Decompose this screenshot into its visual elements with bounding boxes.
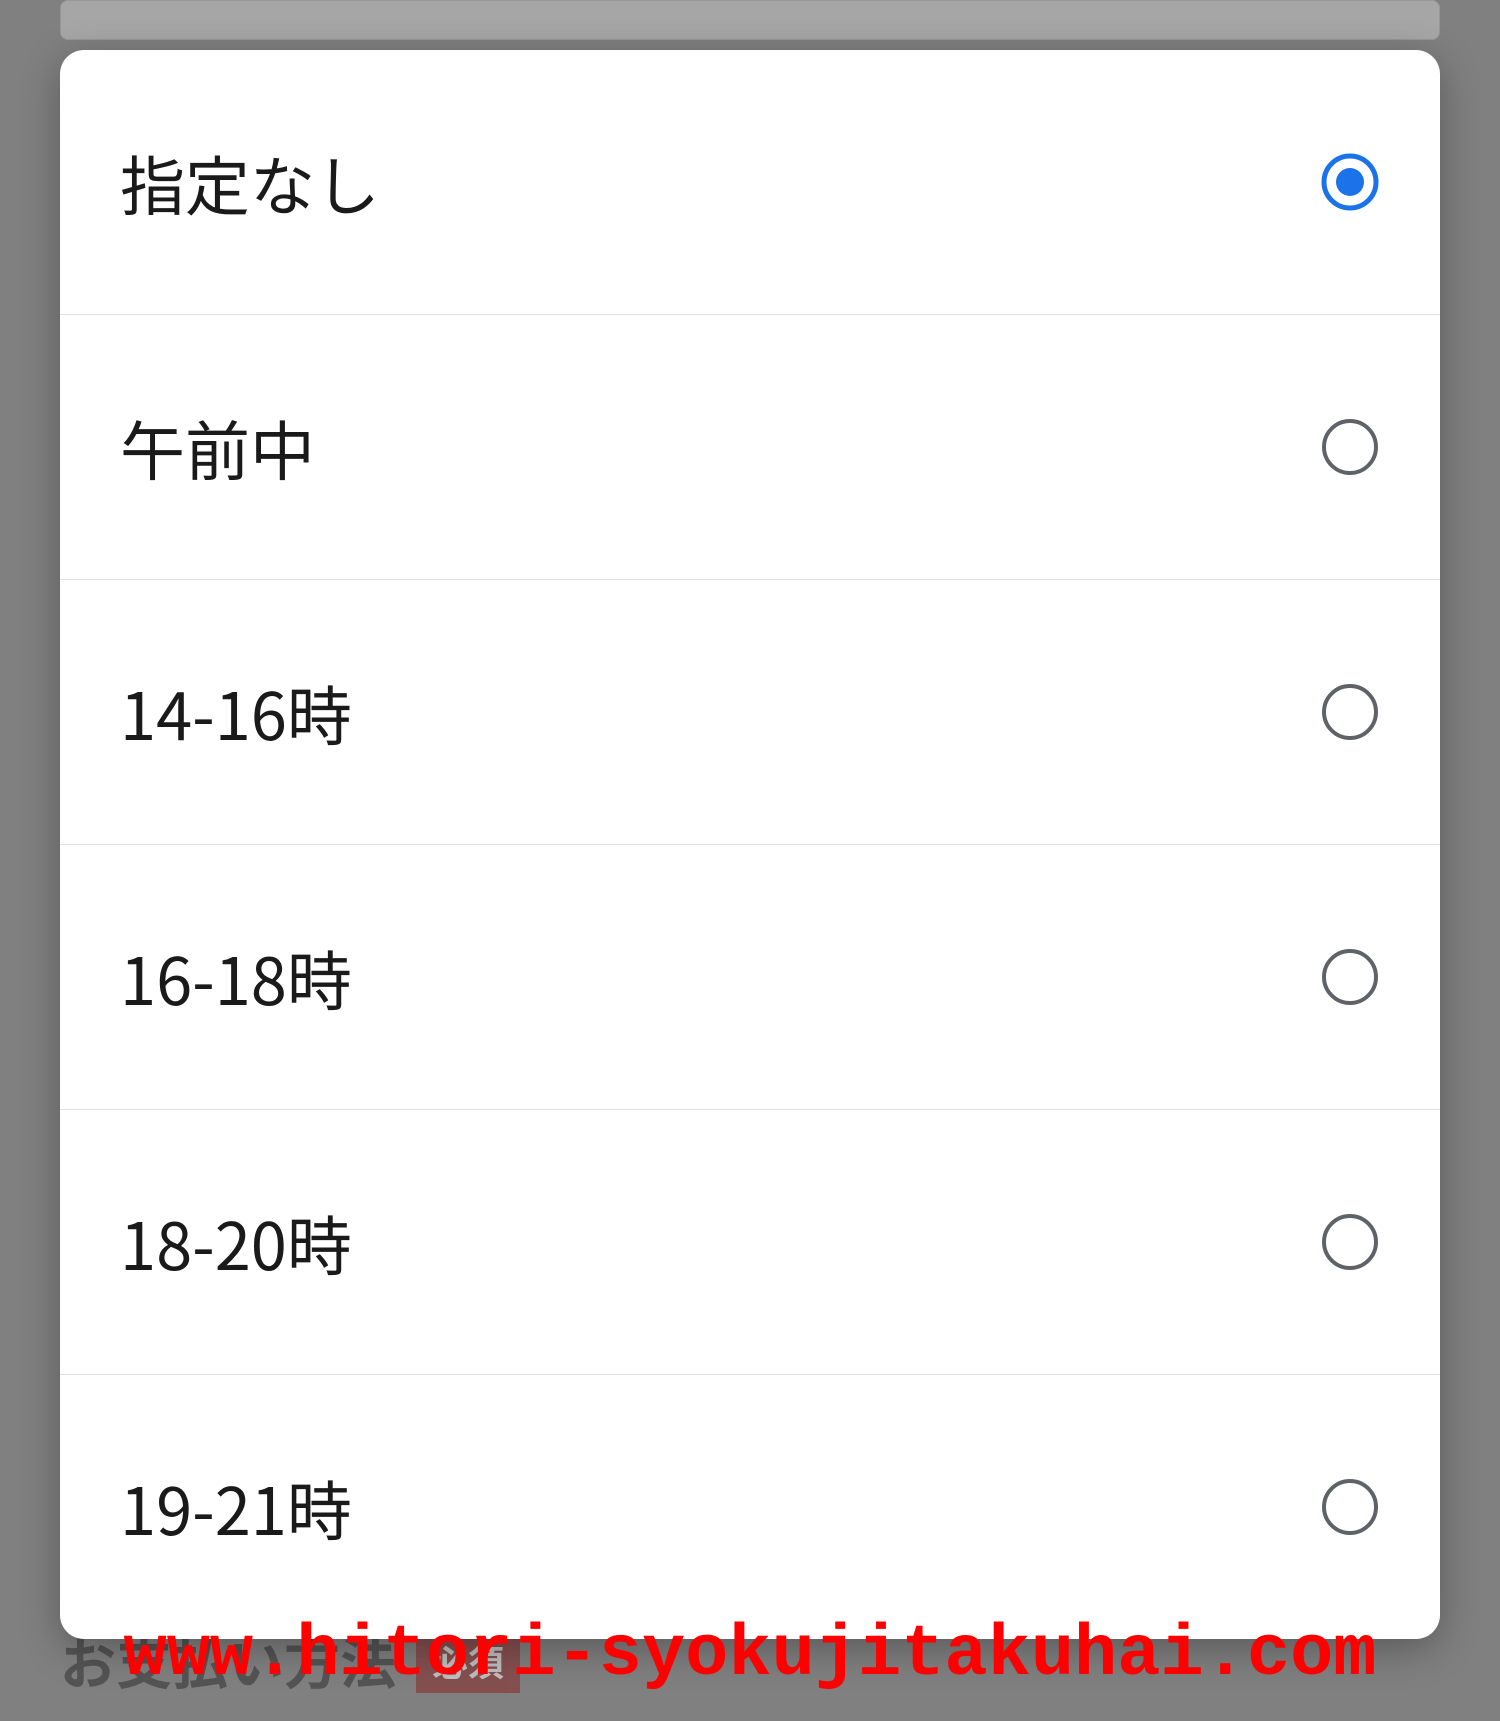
option-morning[interactable]: 午前中 <box>60 315 1440 580</box>
radio-selected-icon <box>1320 152 1380 212</box>
radio-unselected-icon <box>1320 417 1380 477</box>
radio-unselected-icon <box>1320 947 1380 1007</box>
option-no-preference[interactable]: 指定なし <box>60 50 1440 315</box>
radio-unselected-icon <box>1320 1212 1380 1272</box>
option-19-21[interactable]: 19-21時 <box>60 1375 1440 1639</box>
option-label: 指定なし <box>120 135 380 229</box>
option-label: 午前中 <box>120 400 315 494</box>
option-16-18[interactable]: 16-18時 <box>60 845 1440 1110</box>
option-label: 19-21時 <box>120 1460 352 1554</box>
background-select-field <box>60 0 1440 40</box>
option-label: 14-16時 <box>120 665 352 759</box>
option-label: 16-18時 <box>120 930 352 1024</box>
option-14-16[interactable]: 14-16時 <box>60 580 1440 845</box>
time-selection-dialog: 指定なし 午前中 14-16時 16-18時 18-20時 19-21時 <box>60 50 1440 1639</box>
radio-unselected-icon <box>1320 1477 1380 1537</box>
option-18-20[interactable]: 18-20時 <box>60 1110 1440 1375</box>
radio-unselected-icon <box>1320 682 1380 742</box>
option-label: 18-20時 <box>120 1195 352 1289</box>
